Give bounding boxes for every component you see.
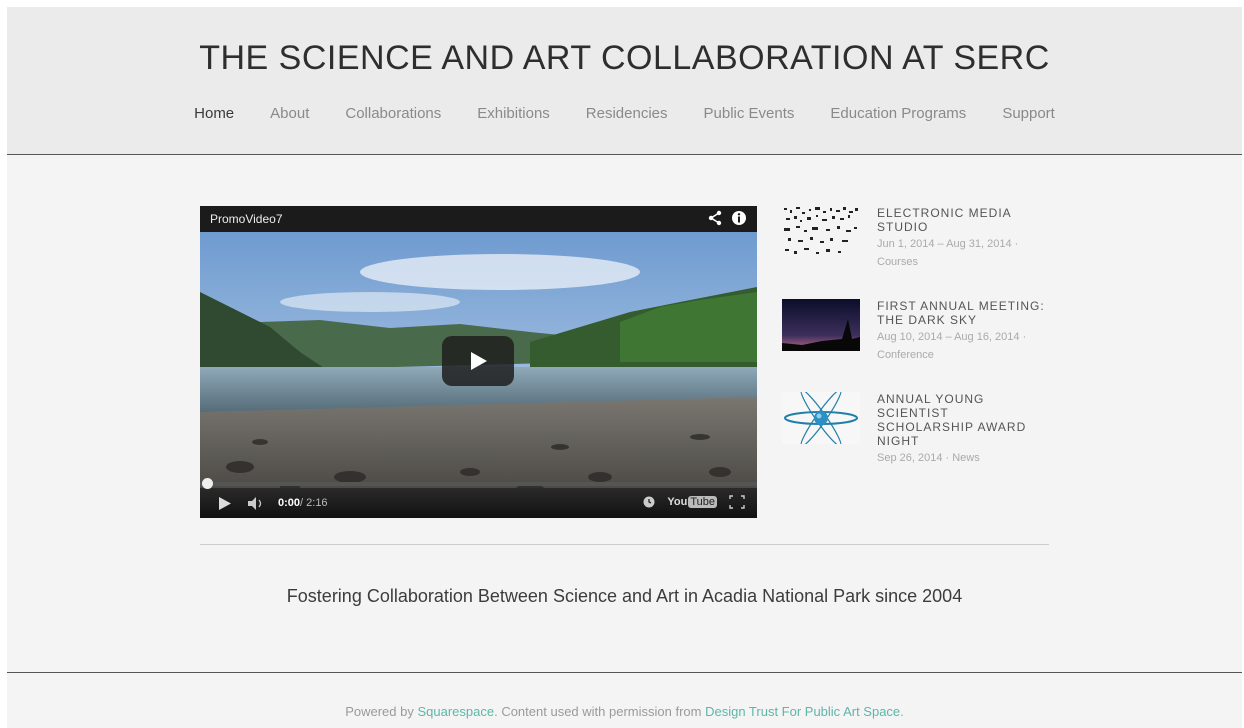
video-title[interactable]: PromoVideo7: [210, 212, 283, 226]
control-play-icon[interactable]: [218, 497, 232, 510]
video-top-icons: [707, 210, 747, 226]
event-thumbnail-dark-sky[interactable]: [782, 299, 860, 351]
duration: / 2:16: [300, 497, 328, 509]
list-item[interactable]: ANNUAL YOUNG SCIENTIST SCHOLARSHIP AWARD…: [782, 392, 1062, 485]
video-progress-bar[interactable]: [200, 478, 757, 489]
event-dates: Aug 10, 2014 – Aug 16, 2014: [877, 331, 1020, 343]
play-icon: [471, 352, 487, 370]
nav-item-public-events[interactable]: Public Events: [686, 105, 813, 122]
events-list: ELECTRONIC MEDIA STUDIO Jun 1, 2014 – Au…: [782, 206, 1062, 485]
event-text: ANNUAL YOUNG SCIENTIST SCHOLARSHIP AWARD…: [877, 392, 1047, 467]
event-text: ELECTRONIC MEDIA STUDIO Jun 1, 2014 – Au…: [877, 206, 1047, 271]
nav-item-support[interactable]: Support: [984, 105, 1073, 122]
play-button[interactable]: [442, 336, 514, 386]
site-header: THE SCIENCE AND ART COLLABORATION AT SER…: [7, 7, 1242, 155]
site-title[interactable]: THE SCIENCE AND ART COLLABORATION AT SER…: [7, 39, 1242, 78]
current-time: 0:00: [278, 497, 301, 509]
event-text: FIRST ANNUAL MEETING: THE DARK SKY Aug 1…: [877, 299, 1047, 364]
squarespace-link[interactable]: Squarespace: [417, 704, 494, 719]
event-title[interactable]: ANNUAL YOUNG SCIENTIST SCHOLARSHIP AWARD…: [877, 392, 1047, 448]
event-category[interactable]: News: [952, 452, 980, 464]
list-item[interactable]: FIRST ANNUAL MEETING: THE DARK SKY Aug 1…: [782, 299, 1062, 392]
tagline: Fostering Collaboration Between Science …: [286, 586, 963, 606]
nav-item-about[interactable]: About: [252, 105, 327, 122]
event-meta: Sep 26, 2014 · News: [877, 452, 980, 464]
video-player[interactable]: PromoVideo7 0:00/ 2:16 You Tube: [200, 206, 757, 518]
info-icon[interactable]: [731, 210, 747, 226]
youtube-logo[interactable]: You Tube: [667, 496, 717, 508]
page: THE SCIENCE AND ART COLLABORATION AT SER…: [7, 7, 1242, 728]
video-time: 0:00/ 2:16: [278, 497, 328, 509]
event-thumbnail-electronic[interactable]: [782, 206, 860, 258]
design-trust-link[interactable]: Design Trust For Public Art Space: [705, 704, 900, 719]
event-category[interactable]: Conference: [877, 349, 934, 361]
event-meta: Jun 1, 2014 – Aug 31, 2014 · Courses: [877, 238, 1019, 268]
site-footer: Powered by Squarespace. Content used wit…: [345, 704, 904, 719]
event-thumbnail-atom[interactable]: [782, 392, 860, 444]
footer-divider: [7, 672, 1242, 673]
content-divider: [200, 544, 1049, 545]
nav-item-education-programs[interactable]: Education Programs: [812, 105, 984, 122]
clock-icon[interactable]: [643, 496, 655, 508]
fullscreen-icon[interactable]: [729, 495, 745, 509]
event-category[interactable]: Courses: [877, 256, 918, 268]
event-dates: Sep 26, 2014: [877, 452, 943, 464]
event-meta: Aug 10, 2014 – Aug 16, 2014 · Conference: [877, 331, 1027, 361]
nav-item-home[interactable]: Home: [176, 105, 252, 122]
event-title[interactable]: ELECTRONIC MEDIA STUDIO: [877, 206, 1047, 234]
nav-item-residencies[interactable]: Residencies: [568, 105, 686, 122]
list-item[interactable]: ELECTRONIC MEDIA STUDIO Jun 1, 2014 – Au…: [782, 206, 1062, 299]
volume-icon[interactable]: [248, 497, 266, 510]
video-right-controls: You Tube: [643, 495, 745, 509]
event-title[interactable]: FIRST ANNUAL MEETING: THE DARK SKY: [877, 299, 1047, 327]
video-title-bar: PromoVideo7: [200, 206, 757, 232]
event-dates: Jun 1, 2014 – Aug 31, 2014: [877, 238, 1012, 250]
nav-item-collaborations[interactable]: Collaborations: [327, 105, 459, 122]
video-controls: 0:00/ 2:16 You Tube: [200, 478, 757, 518]
share-icon[interactable]: [707, 210, 723, 226]
main-nav: Home About Collaborations Exhibitions Re…: [7, 105, 1242, 122]
progress-scrubber[interactable]: [202, 478, 213, 489]
nav-item-exhibitions[interactable]: Exhibitions: [459, 105, 568, 122]
